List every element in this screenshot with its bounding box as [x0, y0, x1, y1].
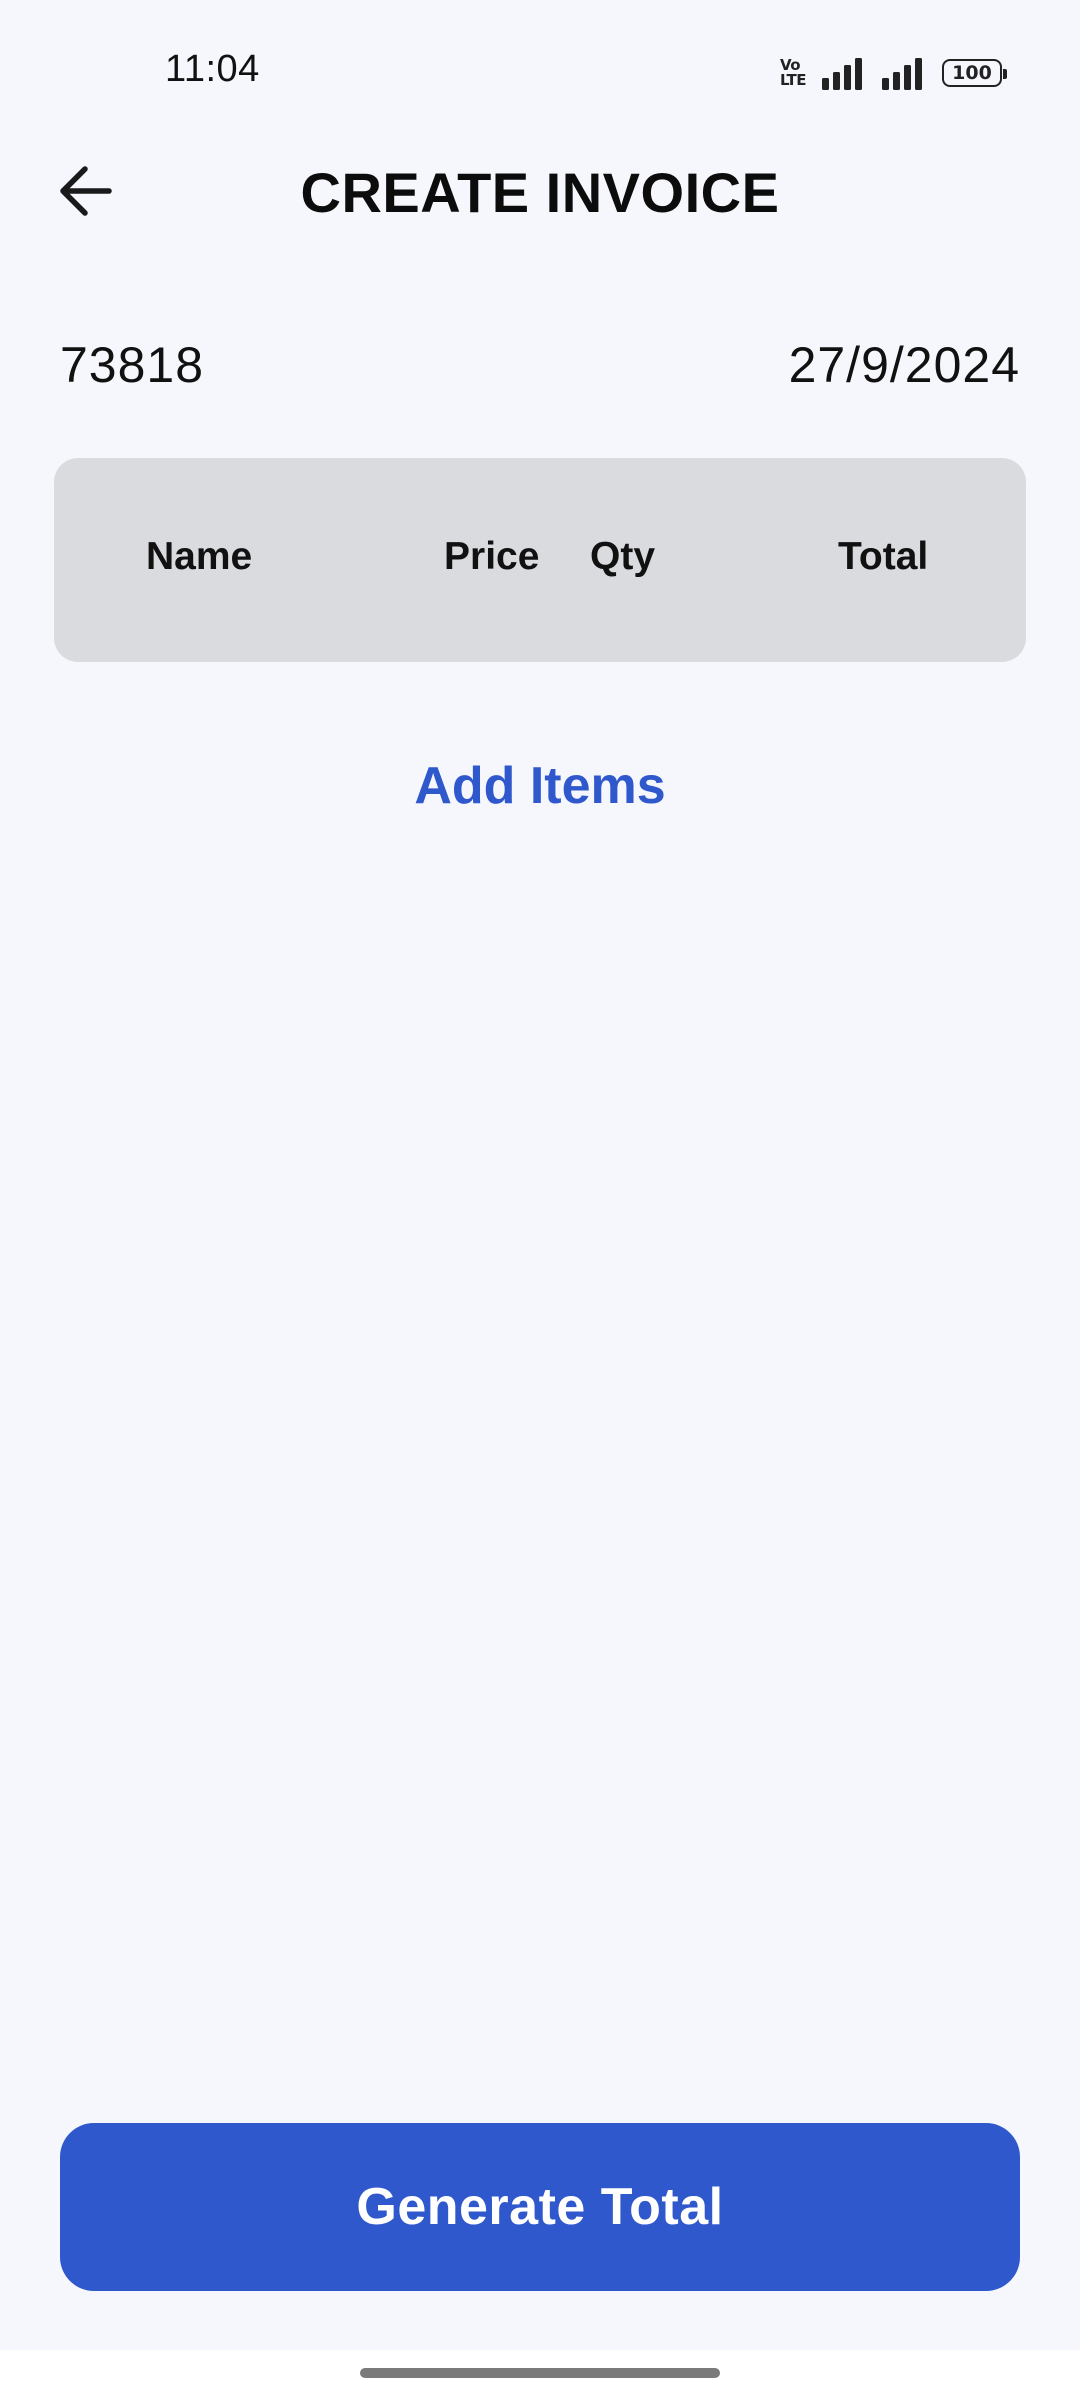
- column-header-total: Total: [838, 535, 929, 578]
- column-header-qty: Qty: [590, 535, 656, 578]
- invoice-date: 27/9/2024: [788, 337, 1020, 393]
- status-time: 11:04: [165, 48, 260, 90]
- signal-icon-2: [882, 56, 926, 90]
- volte-bottom-label: LTE: [779, 71, 807, 89]
- app-header: CREATE INVOICE: [0, 140, 1080, 245]
- home-indicator[interactable]: [360, 2368, 720, 2378]
- battery-icon: 100: [942, 59, 1007, 87]
- volte-icon: Vo LTE: [779, 58, 807, 89]
- page-title: CREATE INVOICE: [300, 161, 780, 224]
- battery-level: 100: [952, 62, 992, 84]
- status-icons: Vo LTE 100: [779, 54, 1007, 92]
- column-header-name: Name: [146, 535, 253, 578]
- status-bar: 11:04 Vo LTE 100: [0, 0, 1080, 140]
- add-items-link[interactable]: Add Items: [0, 756, 1080, 816]
- signal-icon: [822, 56, 866, 90]
- generate-total-button[interactable]: Generate Total: [60, 2123, 1020, 2291]
- column-header-price: Price: [444, 535, 540, 578]
- invoice-number: 73818: [60, 337, 205, 393]
- items-table-header: Name Price Qty Total: [54, 458, 1026, 662]
